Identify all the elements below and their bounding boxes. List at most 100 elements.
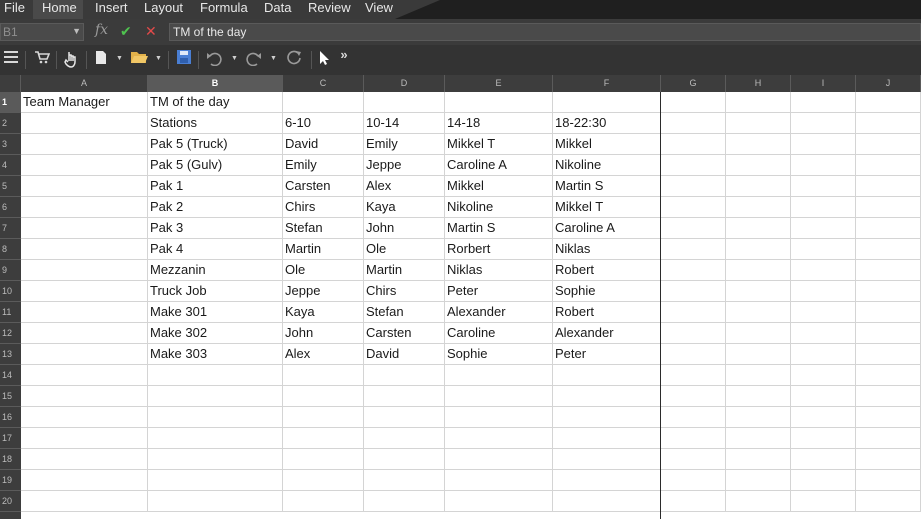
cell-h2[interactable] [726,113,791,134]
cell-a6[interactable] [21,197,148,218]
cell-h11[interactable] [726,302,791,323]
cell-h5[interactable] [726,176,791,197]
cell-a14[interactable] [21,365,148,386]
cell-c13[interactable]: Alex [283,344,364,365]
cell-f4[interactable]: Nikoline [553,155,661,176]
cell-d20[interactable] [364,491,445,512]
cell-a8[interactable] [21,239,148,260]
cell-f16[interactable] [553,407,661,428]
cell-j13[interactable] [856,344,921,365]
cell-c5[interactable]: Carsten [283,176,364,197]
cell-a10[interactable] [21,281,148,302]
cell-a5[interactable] [21,176,148,197]
row-header[interactable]: 16 [0,407,21,428]
cell-i10[interactable] [791,281,856,302]
cell-d19[interactable] [364,470,445,491]
cell-f6[interactable]: Mikkel T [553,197,661,218]
cell-i7[interactable] [791,218,856,239]
cell-h6[interactable] [726,197,791,218]
menu-review[interactable]: Review [308,0,351,19]
cell-d8[interactable]: Ole [364,239,445,260]
cell-c2[interactable]: 6-10 [283,113,364,134]
cell-i8[interactable] [791,239,856,260]
redo-icon[interactable] [245,50,263,70]
column-header-j[interactable]: J [856,75,921,92]
row-header[interactable]: 8 [0,239,21,260]
cell-d16[interactable] [364,407,445,428]
cell-c11[interactable]: Kaya [283,302,364,323]
cell-e2[interactable]: 14-18 [445,113,553,134]
cell-g17[interactable] [661,428,726,449]
column-header-f[interactable]: F [553,75,661,92]
cell-i17[interactable] [791,428,856,449]
row-header[interactable]: 15 [0,386,21,407]
cell-b7[interactable]: Pak 3 [148,218,283,239]
cell-f17[interactable] [553,428,661,449]
cell-i12[interactable] [791,323,856,344]
menu-formula[interactable]: Formula [200,0,248,19]
cell-g18[interactable] [661,449,726,470]
cell-c20[interactable] [283,491,364,512]
cell-a15[interactable] [21,386,148,407]
new-document-icon[interactable] [94,50,108,70]
cell-f10[interactable]: Sophie [553,281,661,302]
open-folder-icon[interactable] [129,50,149,70]
cell-e20[interactable] [445,491,553,512]
cell-a13[interactable] [21,344,148,365]
cell-f18[interactable] [553,449,661,470]
cell-i14[interactable] [791,365,856,386]
cell-b11[interactable]: Make 301 [148,302,283,323]
cell-j14[interactable] [856,365,921,386]
cell-g8[interactable] [661,239,726,260]
cell-e19[interactable] [445,470,553,491]
cell-h16[interactable] [726,407,791,428]
cell-d4[interactable]: Jeppe [364,155,445,176]
cell-g19[interactable] [661,470,726,491]
cell-e18[interactable] [445,449,553,470]
cell-g13[interactable] [661,344,726,365]
row-header[interactable]: 7 [0,218,21,239]
cell-a9[interactable] [21,260,148,281]
cell-c14[interactable] [283,365,364,386]
cell-d3[interactable]: Emily [364,134,445,155]
cell-g10[interactable] [661,281,726,302]
pointer-icon[interactable] [318,50,332,70]
cell-g2[interactable] [661,113,726,134]
cell-e15[interactable] [445,386,553,407]
cell-a4[interactable] [21,155,148,176]
cell-i18[interactable] [791,449,856,470]
column-header-i[interactable]: I [791,75,856,92]
cell-j11[interactable] [856,302,921,323]
cell-a16[interactable] [21,407,148,428]
cell-b3[interactable]: Pak 5 (Truck) [148,134,283,155]
menu-view[interactable]: View [365,0,393,19]
cell-g16[interactable] [661,407,726,428]
cell-j9[interactable] [856,260,921,281]
row-header[interactable]: 3 [0,134,21,155]
cell-i1[interactable] [791,92,856,113]
cell-h19[interactable] [726,470,791,491]
save-icon[interactable] [176,50,192,70]
cell-a11[interactable] [21,302,148,323]
cell-j2[interactable] [856,113,921,134]
cell-b16[interactable] [148,407,283,428]
cell-c4[interactable]: Emily [283,155,364,176]
cell-a12[interactable] [21,323,148,344]
cell-j10[interactable] [856,281,921,302]
cell-e13[interactable]: Sophie [445,344,553,365]
row-header[interactable]: 1 [0,92,21,113]
cell-i2[interactable] [791,113,856,134]
cell-d15[interactable] [364,386,445,407]
column-header-e[interactable]: E [445,75,553,92]
cell-f12[interactable]: Alexander [553,323,661,344]
cell-d13[interactable]: David [364,344,445,365]
cell-j12[interactable] [856,323,921,344]
cell-h12[interactable] [726,323,791,344]
cell-i4[interactable] [791,155,856,176]
cell-b5[interactable]: Pak 1 [148,176,283,197]
cell-g11[interactable] [661,302,726,323]
cell-b6[interactable]: Pak 2 [148,197,283,218]
cell-i6[interactable] [791,197,856,218]
cell-g4[interactable] [661,155,726,176]
cell-i19[interactable] [791,470,856,491]
